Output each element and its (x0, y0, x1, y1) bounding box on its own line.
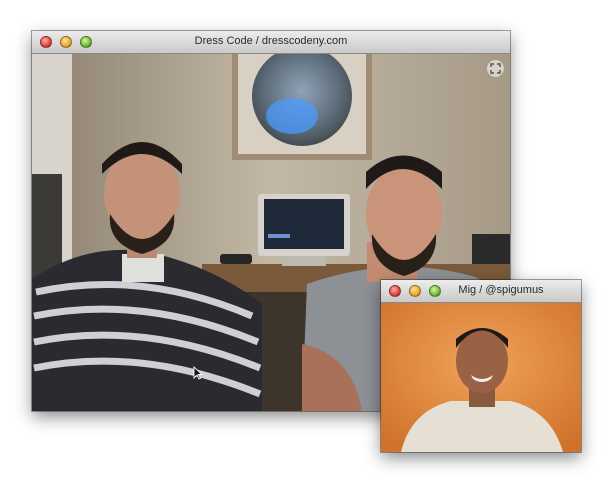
fullscreen-button[interactable] (487, 60, 504, 77)
self-video-image (381, 303, 581, 452)
minimize-button[interactable] (409, 285, 421, 297)
mouse-pointer-icon (193, 366, 203, 380)
main-title-bar[interactable]: Dress Code / dresscodeny.com (32, 31, 510, 54)
close-button[interactable] (389, 285, 401, 297)
mini-title-bar[interactable]: Mig / @spigumus (381, 280, 581, 303)
window-title: Dress Code / dresscodeny.com (194, 35, 348, 47)
window-title: Mig / @spigumus (458, 284, 544, 296)
fullscreen-arrows-icon (490, 63, 501, 74)
self-video-feed (381, 303, 581, 452)
self-view-window[interactable]: Mig / @spigumus (381, 280, 581, 452)
